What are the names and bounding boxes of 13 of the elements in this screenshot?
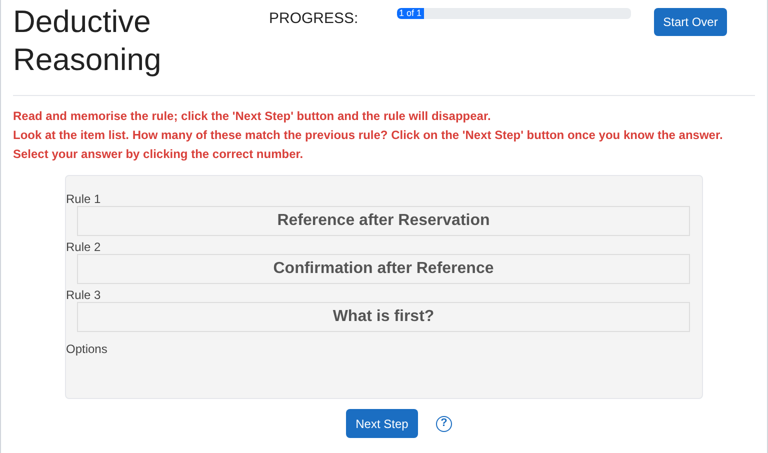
progress-label: PROGRESS: xyxy=(269,9,360,29)
next-step-button[interactable]: Next Step xyxy=(346,409,418,438)
instruction-text: Look at the item list. How many of these match the previous rule? Click on the 'Next Step' button once you know the answer. xyxy=(13,127,724,144)
instruction-text: Read and memorise the rule; click the 'Next Step' button and the rule will disappear. xyxy=(13,108,492,125)
progress-text: 1 of 1 xyxy=(398,8,423,19)
rule-label: Rule 3 xyxy=(66,288,102,302)
options-label: Options xyxy=(66,341,108,358)
help-icon[interactable]: ? xyxy=(436,416,452,432)
start-over-button[interactable]: Start Over xyxy=(654,8,727,36)
rule-label: Rule 1 xyxy=(66,192,102,206)
page-title: Deductive Reasoning xyxy=(13,3,162,79)
rule-label: Rule 2 xyxy=(66,240,102,254)
instruction-text: Select your answer by clicking the correct number. xyxy=(13,146,304,163)
